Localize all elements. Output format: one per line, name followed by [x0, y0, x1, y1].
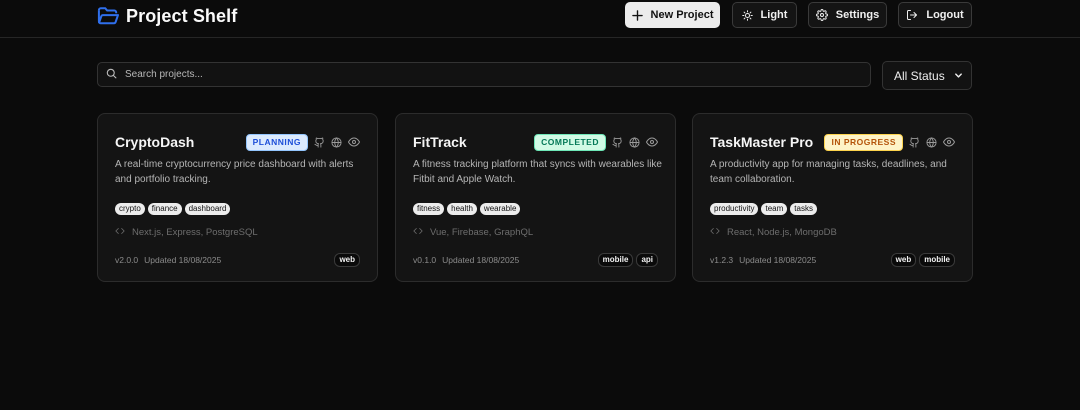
version-text: v2.0.0 [115, 255, 139, 265]
project-meta: v2.0.0 Updated 18/08/2025 [115, 255, 221, 265]
project-title[interactable]: CryptoDash [115, 134, 194, 150]
project-description: A real-time cryptocurrency price dashboa… [115, 159, 354, 185]
eye-icon[interactable] [943, 136, 955, 148]
status-filter-select[interactable]: All Status [882, 61, 972, 90]
logout-label: Logout [926, 9, 964, 21]
settings-label: Settings [835, 9, 880, 21]
tag-chip[interactable]: dashboard [184, 203, 231, 215]
github-icon[interactable] [612, 136, 623, 148]
platform-chip: web [334, 253, 360, 267]
tag-chip[interactable]: productivity [710, 203, 759, 215]
plus-icon [631, 9, 643, 21]
status-badge: IN PROGRESS [824, 133, 903, 151]
tag-chip[interactable]: finance [147, 203, 182, 215]
tag-list: productivity team tasks [710, 203, 817, 215]
version-text: v1.2.3 [710, 255, 734, 265]
settings-button[interactable]: Settings [808, 2, 887, 28]
theme-label: Light [760, 9, 788, 21]
project-description: A fitness tracking platform that syncs w… [413, 159, 662, 185]
globe-icon[interactable] [926, 136, 937, 148]
tech-stack: React, Node.js, MongoDB [710, 226, 837, 239]
tag-list: fitness health wearable [413, 203, 521, 215]
tag-chip[interactable]: health [447, 203, 477, 215]
eye-icon[interactable] [348, 136, 360, 148]
platform-list: web mobile [890, 253, 955, 267]
status-filter-value: All Status [894, 68, 945, 83]
tag-list: crypto finance dashboard [115, 203, 231, 215]
updated-text: Updated 18/08/2025 [739, 255, 817, 265]
sun-icon [741, 9, 753, 21]
code-icon [413, 226, 423, 239]
new-project-button[interactable]: New Project [625, 2, 720, 28]
tech-stack: Vue, Firebase, GraphQL [413, 226, 533, 239]
github-icon[interactable] [909, 136, 920, 148]
tech-stack: Next.js, Express, PostgreSQL [115, 226, 258, 239]
project-title[interactable]: TaskMaster Pro [710, 134, 813, 150]
platform-chip: api [636, 253, 658, 267]
status-badge: PLANNING [245, 133, 308, 151]
brand[interactable]: Project Shelf [97, 3, 237, 29]
gear-icon [815, 9, 828, 21]
tag-chip[interactable]: crypto [115, 203, 145, 215]
logout-icon [906, 9, 918, 21]
globe-icon[interactable] [331, 136, 342, 148]
search-icon [106, 66, 117, 84]
chevron-down-icon [954, 69, 963, 83]
project-meta: v1.2.3 Updated 18/08/2025 [710, 255, 816, 265]
globe-icon[interactable] [629, 136, 640, 148]
theme-toggle-button[interactable]: Light [732, 2, 797, 28]
eye-icon[interactable] [646, 136, 658, 148]
project-card[interactable]: FitTrack COMPLETED A fitness tracking pl… [395, 113, 676, 282]
tag-chip[interactable]: tasks [790, 203, 817, 215]
folder-icon [97, 6, 119, 26]
updated-text: Updated 18/08/2025 [442, 255, 520, 265]
platform-chip: mobile [919, 253, 955, 267]
tech-stack-text: Vue, Firebase, GraphQL [430, 227, 534, 238]
project-meta: v0.1.0 Updated 18/08/2025 [413, 255, 519, 265]
card-toolbar: PLANNING [245, 133, 360, 151]
platform-list: web [334, 253, 360, 267]
status-badge: COMPLETED [534, 133, 606, 151]
logout-button[interactable]: Logout [898, 2, 972, 28]
project-description: A productivity app for managing tasks, d… [710, 159, 947, 185]
card-toolbar: COMPLETED [534, 133, 658, 151]
tech-stack-text: React, Node.js, MongoDB [727, 227, 837, 238]
new-project-label: New Project [650, 9, 714, 21]
updated-text: Updated 18/08/2025 [144, 255, 222, 265]
top-header: Project Shelf New Project Light Settings [0, 0, 1080, 38]
github-icon[interactable] [314, 136, 325, 148]
tag-chip[interactable]: fitness [413, 203, 445, 215]
app-title: Project Shelf [126, 5, 238, 26]
platform-chip: mobile [597, 253, 634, 267]
card-toolbar: IN PROGRESS [824, 133, 955, 151]
version-text: v0.1.0 [413, 255, 437, 265]
project-card[interactable]: TaskMaster Pro IN PROGRESS A productivit… [692, 113, 973, 282]
tag-chip[interactable]: team [761, 203, 788, 215]
tag-chip[interactable]: wearable [479, 203, 521, 215]
project-title[interactable]: FitTrack [413, 134, 467, 150]
platform-list: mobile api [597, 253, 658, 267]
project-card[interactable]: CryptoDash PLANNING A real-time cryptocu… [97, 113, 378, 282]
platform-chip: web [890, 253, 917, 267]
search-box[interactable] [97, 62, 871, 87]
code-icon [710, 226, 720, 239]
tech-stack-text: Next.js, Express, PostgreSQL [132, 227, 258, 238]
code-icon [115, 226, 125, 239]
search-input[interactable] [125, 69, 865, 80]
